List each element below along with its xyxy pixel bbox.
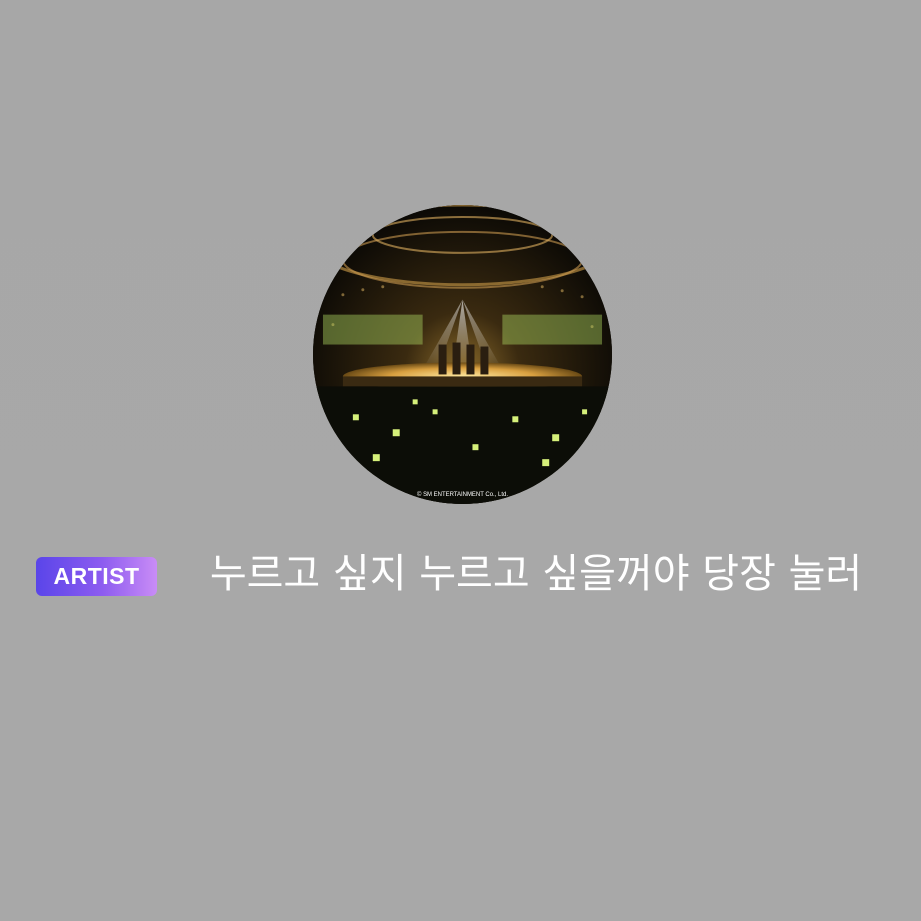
artist-badge: ARTIST [36,557,157,596]
watermark-text: © SM ENTERTAINMENT Co., Ltd. [417,491,508,498]
concert-stage-image: © SM ENTERTAINMENT Co., Ltd. [313,205,612,504]
post-caption: 누르고 싶지 누르고 싶을꺼야 당장 눌러 [209,551,863,597]
profile-avatar[interactable]: © SM ENTERTAINMENT Co., Ltd. [313,205,612,504]
